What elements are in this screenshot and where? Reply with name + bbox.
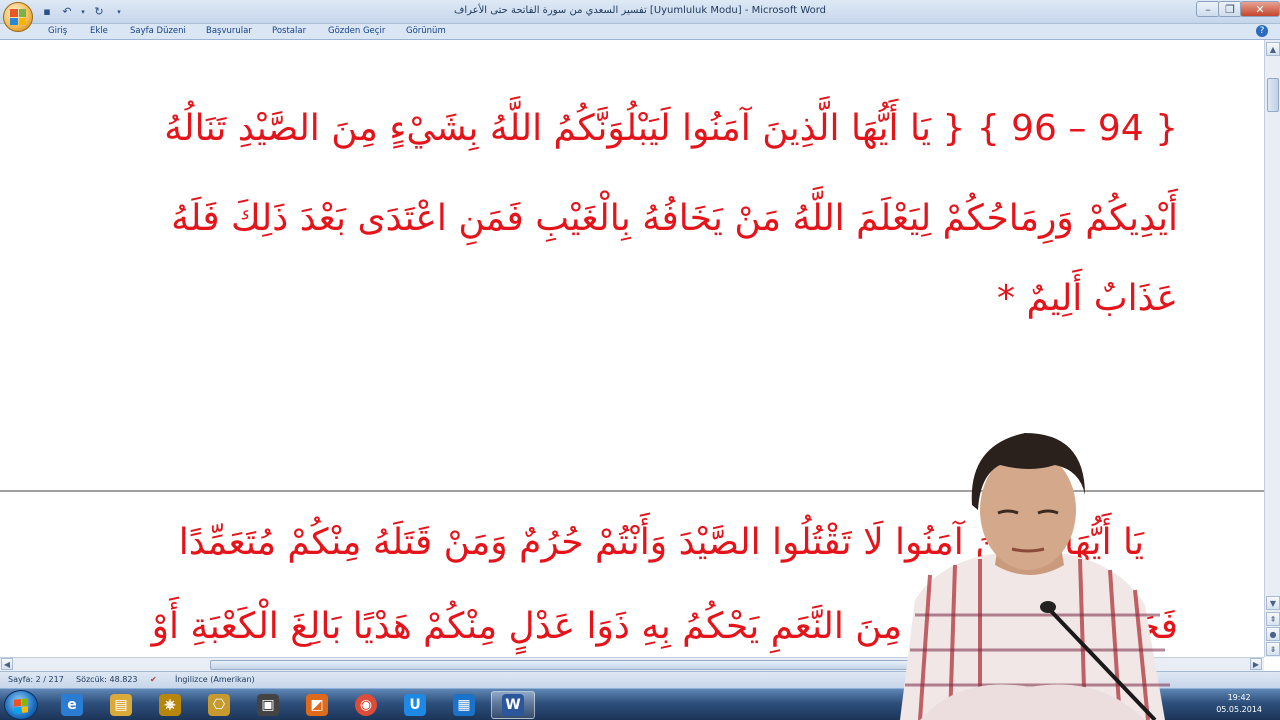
vertical-scrollbar[interactable]: ▲ ▼ ⇞ ● ⇟ <box>1264 40 1280 657</box>
presenter-video-overlay <box>900 433 1170 720</box>
app-icon: ▦ <box>453 694 475 716</box>
app-icon: ▣ <box>257 694 279 716</box>
document-line: { 94 – 96 } { يَا أَيُّهَا الَّذِينَ آمَ… <box>164 108 1178 149</box>
start-button[interactable] <box>4 690 38 720</box>
app-icon: ◩ <box>306 694 328 716</box>
restore-button[interactable]: ❐ <box>1218 1 1242 17</box>
page-count[interactable]: Sayfa: 2 / 217 <box>8 675 64 684</box>
browse-object-icon[interactable]: ● <box>1266 627 1280 641</box>
tab-postalar[interactable]: Postalar <box>272 26 306 36</box>
scroll-right-icon[interactable]: ▶ <box>1250 658 1262 670</box>
help-icon[interactable]: ? <box>1256 25 1268 37</box>
vertical-scroll-thumb[interactable] <box>1267 78 1279 112</box>
tab-giris[interactable]: Giriş <box>48 26 67 36</box>
office-button[interactable] <box>3 2 33 32</box>
app-u-icon: U <box>404 694 426 716</box>
windows-logo-icon <box>14 698 28 714</box>
language-indicator[interactable]: İngilizce (Amerikan) <box>175 675 255 684</box>
taskbar-microsoft-word[interactable]: W <box>491 691 535 719</box>
scroll-down-icon[interactable]: ▼ <box>1266 596 1280 610</box>
document-line: أَيْدِيكُمْ وَرِمَاحُكُمْ لِيَعْلَمَ الل… <box>171 198 1178 239</box>
word-count[interactable]: Sözcük: 48.823 <box>76 675 138 684</box>
system-clock[interactable]: 19:42 05.05.2014 <box>1216 692 1262 716</box>
scroll-up-icon[interactable]: ▲ <box>1266 42 1280 56</box>
tab-sayfa-duzeni[interactable]: Sayfa Düzeni <box>130 26 186 36</box>
scroll-left-icon[interactable]: ◀ <box>1 658 13 670</box>
taskbar-app-4[interactable]: ⎔ <box>197 691 241 719</box>
taskbar-app-9[interactable]: ▦ <box>442 691 486 719</box>
chrome-icon: ◉ <box>355 694 377 716</box>
next-page-icon[interactable]: ⇟ <box>1266 642 1280 656</box>
taskbar-app-3[interactable]: ⎈ <box>148 691 192 719</box>
taskbar-internet-explorer[interactable]: e <box>50 691 94 719</box>
tab-ekle[interactable]: Ekle <box>90 26 108 36</box>
tab-gorunum[interactable]: Görünüm <box>406 26 446 36</box>
clock-date: 05.05.2014 <box>1216 705 1262 714</box>
proofing-icon[interactable]: ✔ <box>150 675 157 684</box>
document-line: عَذَابٌ أَلِيمٌ * <box>997 278 1178 319</box>
minimize-button[interactable]: – <box>1196 1 1220 17</box>
taskbar-app-6[interactable]: ◩ <box>295 691 339 719</box>
previous-page-icon[interactable]: ⇞ <box>1266 612 1280 626</box>
taskbar-app-u[interactable]: U <box>393 691 437 719</box>
app-icon: ⎔ <box>208 694 230 716</box>
internet-explorer-icon: e <box>61 694 83 716</box>
ribbon-tabs: Giriş Ekle Sayfa Düzeni Başvurular Posta… <box>0 24 1280 40</box>
window-title: تفسير السعدي من سورة الفاتحة حتى الأعراف… <box>453 5 827 16</box>
tab-basvurular[interactable]: Başvurular <box>206 26 252 36</box>
word-icon: W <box>502 694 524 716</box>
app-icon: ⎈ <box>159 694 181 716</box>
office-logo-icon <box>10 9 26 25</box>
taskbar-app-5[interactable]: ▣ <box>246 691 290 719</box>
folder-icon: ▤ <box>110 694 132 716</box>
close-button[interactable]: ✕ <box>1240 1 1280 17</box>
taskbar-file-explorer[interactable]: ▤ <box>99 691 143 719</box>
clock-time: 19:42 <box>1227 693 1251 702</box>
tab-gozden-gecir[interactable]: Gözden Geçir <box>328 26 385 36</box>
title-bar: ▪ ↶ ▾ ↻ ▾ تفسير السعدي من سورة الفاتحة ح… <box>0 0 1280 32</box>
taskbar-chrome[interactable]: ◉ <box>344 691 388 719</box>
